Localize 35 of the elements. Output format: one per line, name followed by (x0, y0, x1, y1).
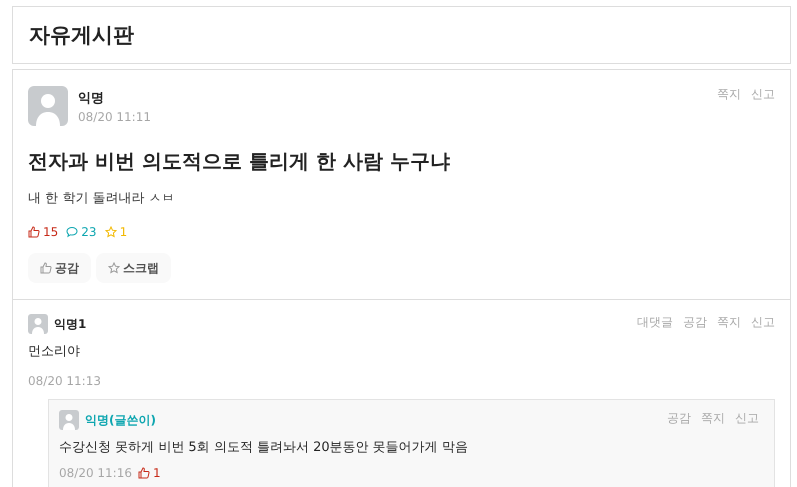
comment-action-link[interactable]: 대댓글 (637, 314, 673, 331)
star-icon (108, 262, 120, 274)
post-action-link[interactable]: 쪽지 (717, 86, 741, 103)
like-button[interactable]: 공감 (28, 253, 91, 283)
thumbs-up-icon (138, 467, 150, 479)
avatar-icon (28, 86, 68, 126)
post-body: 내 한 학기 돌려내라 ㅅㅂ (28, 190, 176, 207)
comment-action-link[interactable]: 신고 (751, 314, 775, 331)
avatar-icon (59, 410, 79, 430)
star-icon (104, 226, 117, 238)
comment-time: 08/20 11:13 (28, 374, 101, 388)
reply-time: 08/20 11:16 (59, 466, 132, 480)
board-title: 자유게시판 (29, 22, 134, 49)
thumbs-up-icon (28, 226, 40, 238)
post-time: 08/20 11:11 (78, 110, 151, 124)
speech-bubble-icon (66, 226, 78, 238)
post-title: 전자과 비번 의도적으로 틀리게 한 사람 누구냐 (28, 148, 451, 175)
reply-text: 수강신청 못하게 비번 5회 의도적 틀려놔서 20분동안 못들어가게 막음 (59, 439, 469, 456)
commenter-name: 익명(글쓴이) (85, 412, 156, 428)
comment-action-link[interactable]: 신고 (735, 410, 759, 427)
comment-action-link[interactable]: 공감 (683, 314, 707, 331)
post-action-link[interactable]: 신고 (751, 86, 775, 103)
stat-count: 15 (43, 225, 58, 239)
comment-action-link[interactable]: 쪽지 (701, 410, 725, 427)
thumbs-up-icon (40, 262, 52, 274)
author-name: 익명 (78, 90, 105, 106)
comment-action-link[interactable]: 쪽지 (717, 314, 741, 331)
stat-count: 23 (81, 225, 97, 239)
comment-text: 먼소리야 (28, 343, 81, 360)
avatar-icon (28, 314, 48, 334)
like-count: 1 (152, 466, 161, 480)
stat-count: 1 (120, 225, 128, 239)
commenter-name: 익명1 (54, 316, 86, 332)
comment-action-link[interactable]: 공감 (667, 410, 691, 427)
scrap-button[interactable]: 스크랩 (96, 253, 171, 283)
